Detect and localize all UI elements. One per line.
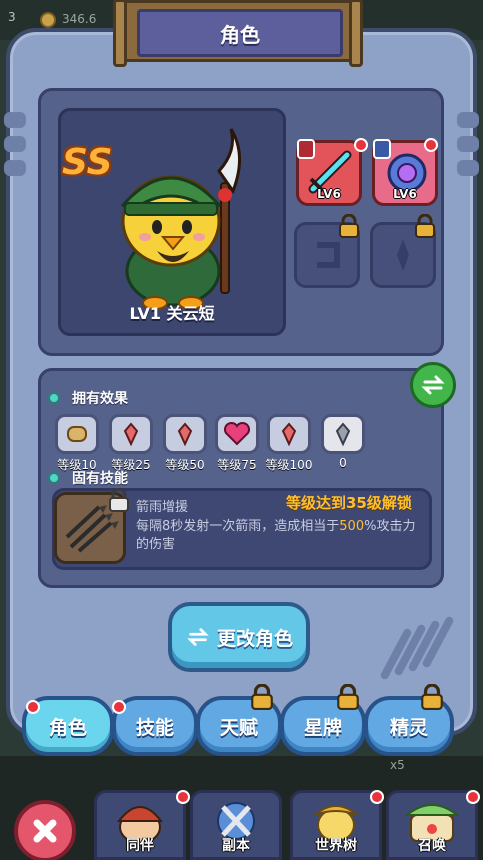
plaque-post xyxy=(349,0,363,67)
side-notch xyxy=(4,112,26,128)
notification-dot xyxy=(466,790,480,804)
close-icon xyxy=(33,819,57,843)
title-plank: 角色 xyxy=(137,9,343,57)
effects-label: 拥有效果 xyxy=(72,391,128,407)
lock-icon xyxy=(337,684,359,710)
notification-dot xyxy=(424,138,438,152)
lock-icon xyxy=(339,214,359,238)
effect-item[interactable]: 等级50 xyxy=(160,414,210,473)
side-notch xyxy=(4,160,26,176)
page-title: 角色 xyxy=(220,22,260,47)
close-button[interactable] xyxy=(14,800,76,860)
bullet-icon xyxy=(48,392,60,404)
swap-button[interactable] xyxy=(410,362,456,408)
equip-level: LV6 xyxy=(317,187,341,201)
skill-name: 箭雨增援 xyxy=(136,500,189,515)
background-counter: x5 xyxy=(390,758,405,772)
hero-grade-badge: SS xyxy=(62,142,113,183)
tab-label: 天赋 xyxy=(219,716,258,739)
side-notch xyxy=(457,136,479,152)
side-notch xyxy=(457,160,479,176)
effect-item[interactable]: 等级75 xyxy=(212,414,262,473)
lock-icon xyxy=(109,488,129,512)
nav-summon[interactable]: 召唤 xyxy=(386,790,478,860)
nav-companions[interactable]: 同伴 xyxy=(94,790,186,860)
lock-icon xyxy=(415,214,435,238)
nav-label: 副本 xyxy=(222,838,250,854)
tab-label: 星牌 xyxy=(303,716,342,739)
side-notch xyxy=(4,136,26,152)
weapon-type-icon xyxy=(297,139,315,159)
side-notch xyxy=(457,112,479,128)
tab-label: 精灵 xyxy=(389,716,428,739)
notification-dot xyxy=(176,790,190,804)
skill-section-label: 固有技能 xyxy=(72,471,128,487)
hero-name: LV1 关云短 xyxy=(129,304,215,323)
player-level: 3 xyxy=(8,10,16,24)
notification-dot xyxy=(354,138,368,152)
lock-icon xyxy=(421,684,443,710)
nav-dungeon[interactable]: 副本 xyxy=(190,790,282,860)
effect-item[interactable]: 0 xyxy=(318,414,368,470)
skill-description: 每隔8秒发射一次箭雨，造成相当于500%攻击力的伤害 xyxy=(136,519,416,552)
swap-icon xyxy=(421,375,445,395)
red-gem-icon xyxy=(163,414,207,454)
nav-label: 同伴 xyxy=(126,838,154,854)
skill-percent: 500 xyxy=(339,519,365,534)
effect-label: 等级100 xyxy=(265,458,313,472)
red-gem-icon xyxy=(109,414,153,454)
grey-gem-icon xyxy=(321,414,365,454)
plaque-post xyxy=(113,0,127,67)
notification-dot xyxy=(370,790,384,804)
effect-item[interactable]: 等级10 xyxy=(52,414,102,473)
equip-level: LV6 xyxy=(393,187,417,201)
nav-label: 召唤 xyxy=(418,838,446,854)
tab-label: 技能 xyxy=(135,716,174,739)
change-character-label: 更改角色 xyxy=(216,627,293,650)
armor-type-icon xyxy=(373,139,391,159)
change-character-button[interactable]: 更改角色 xyxy=(168,602,310,672)
notification-dot xyxy=(26,700,40,714)
swap-icon xyxy=(187,628,209,646)
nav-world-tree[interactable]: 世界树 xyxy=(290,790,382,860)
coin-count: 346.6 xyxy=(62,12,97,26)
title-plaque: 角色 xyxy=(113,0,363,67)
effect-label: 0 xyxy=(339,456,347,470)
effect-label: 等级75 xyxy=(217,458,257,472)
nav-label: 世界树 xyxy=(315,838,357,854)
equip-slot-sword[interactable]: LV6 xyxy=(296,139,362,206)
bullet-icon xyxy=(48,472,60,484)
effect-item[interactable]: 等级25 xyxy=(106,414,156,473)
effect-label: 等级50 xyxy=(165,458,205,472)
red-gem-icon xyxy=(267,414,311,454)
coin-icon xyxy=(40,12,56,28)
notification-dot xyxy=(112,700,126,714)
heart-icon xyxy=(215,414,259,454)
skill-unlock-condition: 等级达到35级解锁 xyxy=(286,494,412,512)
scroll-icon xyxy=(55,414,99,454)
tab-label: 角色 xyxy=(48,716,87,739)
lock-icon xyxy=(251,684,273,710)
effect-item[interactable]: 等级100 xyxy=(264,414,314,473)
